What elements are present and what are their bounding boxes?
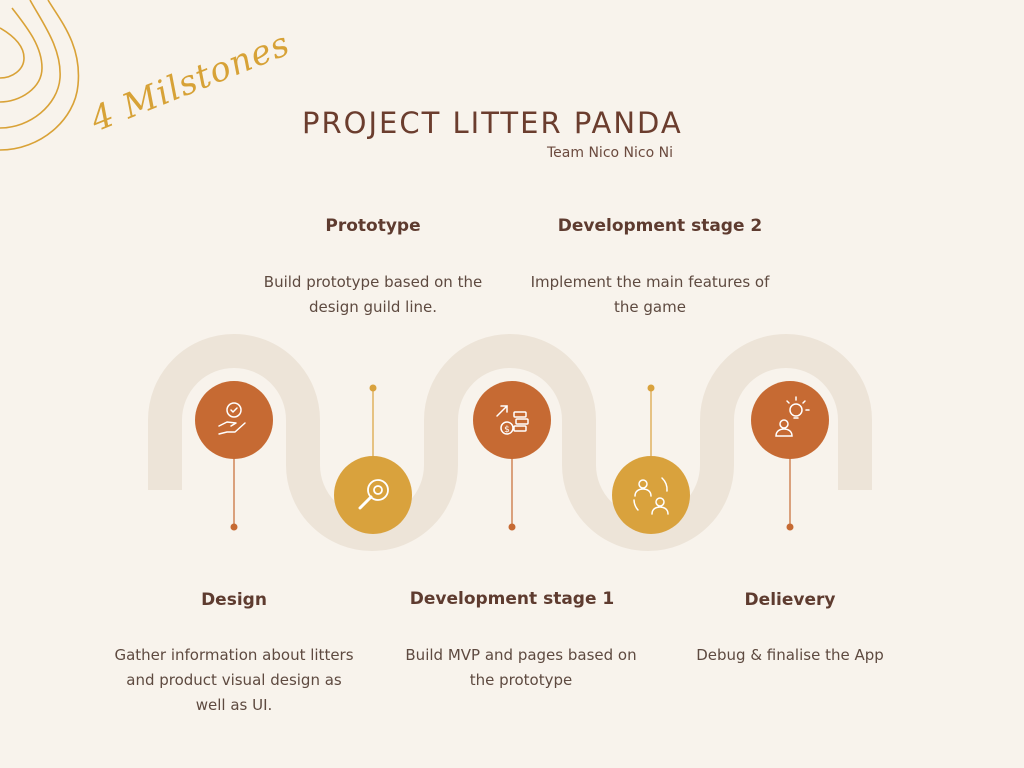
contour-lines-decoration [0, 0, 80, 151]
milestone-description-prototype: Build prototype based on the design guil… [263, 273, 483, 316]
milestone-heading-dev2: Development stage 2 [557, 216, 763, 236]
milestone-description-dev2: Implement the main features of the game [530, 273, 770, 316]
connector-dot-dev2 [647, 384, 655, 392]
milestone-description-delivery: Debug & finalise the App [696, 646, 884, 664]
timeline-slide: $ 4 Milstones PROJECT LITTER PANDA Team [0, 0, 1024, 768]
milestone-heading-design: Design [201, 590, 267, 610]
svg-text:$: $ [504, 425, 510, 435]
connector-dot-prototype [369, 384, 377, 392]
connector-dot-delivery [786, 523, 794, 531]
milestone-heading-delivery: Delievery [744, 590, 836, 610]
milestone-heading-prototype: Prototype [325, 216, 421, 236]
connector-dot-dev1 [508, 523, 516, 531]
connector-dot-design [230, 523, 238, 531]
page-title: PROJECT LITTER PANDA [302, 106, 683, 140]
milestone-circle-delivery [751, 381, 829, 459]
milestone-circle-design [195, 381, 273, 459]
milestone-description-design: Gather information about litters and pro… [114, 646, 354, 714]
page-subtitle: Team Nico Nico Ni [547, 145, 673, 161]
milestone-circle-dev1 [473, 381, 551, 459]
milestone-heading-dev1: Development stage 1 [409, 589, 615, 609]
milestone-circle-prototype [334, 456, 412, 534]
milestone-description-dev1: Build MVP and pages based on the prototy… [405, 646, 637, 689]
